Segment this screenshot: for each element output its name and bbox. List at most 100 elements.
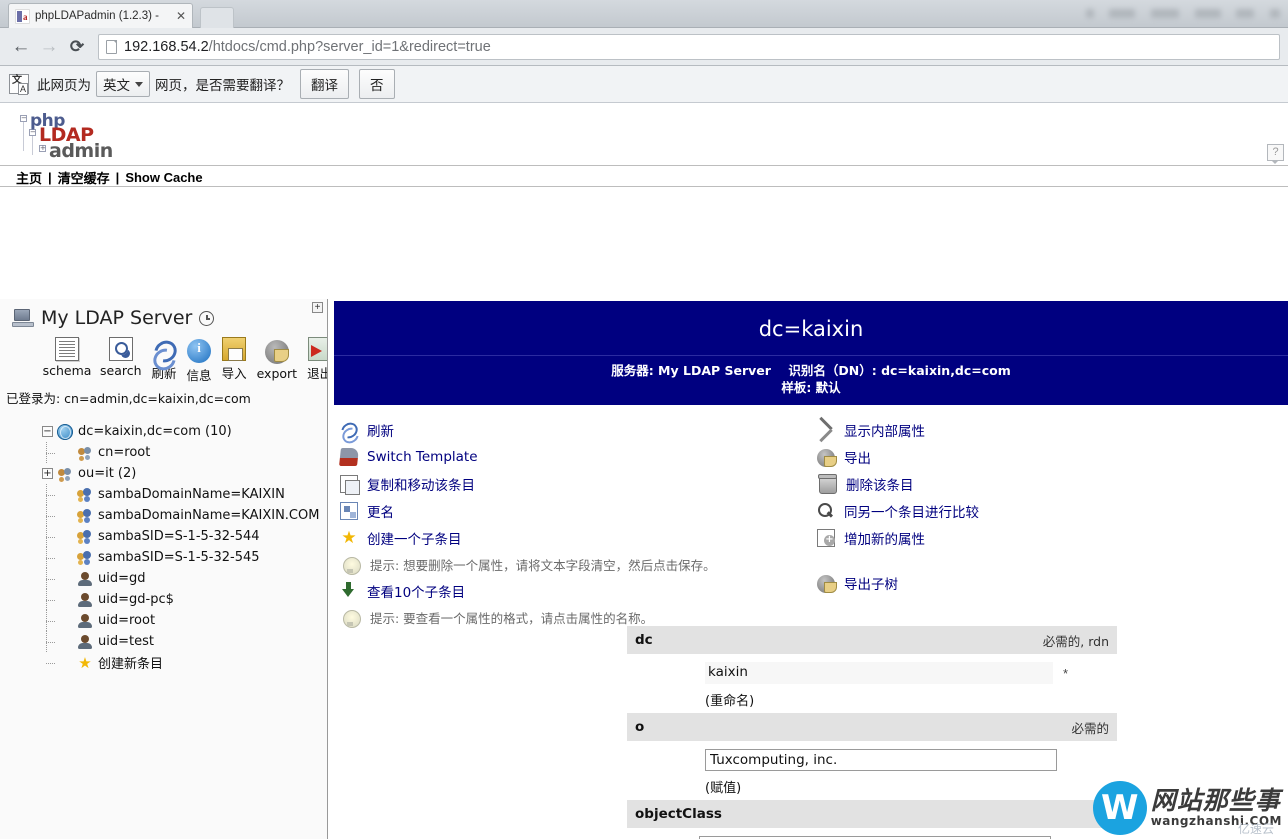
entry-actions: 刷新 Switch Template 复制和移动该条目 更名 ★ 创建一个子条目: [334, 405, 1288, 631]
o-value-input[interactable]: [705, 749, 1057, 771]
action-refresh[interactable]: 刷新: [340, 417, 811, 444]
action-label[interactable]: 删除该条目: [846, 474, 914, 494]
url-host: 192.168.54.2: [124, 38, 209, 55]
samba-icon: [77, 508, 93, 524]
action-export[interactable]: 导出: [817, 444, 1288, 471]
action-add-attribute[interactable]: 增加新的属性: [817, 525, 1288, 552]
tree-node-label: cn=root: [98, 445, 151, 460]
expand-icon[interactable]: +: [42, 468, 53, 479]
tree-node[interactable]: uid=gd: [42, 568, 327, 589]
tool-refresh[interactable]: 刷新: [152, 337, 177, 384]
tool-logout[interactable]: 退出: [307, 337, 327, 384]
tool-search[interactable]: search: [100, 337, 142, 384]
tree-node[interactable]: uid=gd-pc$: [42, 589, 327, 610]
sidebar-expand-button[interactable]: +: [312, 302, 323, 313]
action-label[interactable]: 显示内部属性: [844, 420, 925, 440]
browser-tab[interactable]: phpLDAPadmin (1.2.3) - ✕: [8, 3, 193, 28]
tree-node[interactable]: sambaSID=S-1-5-32-544: [42, 526, 327, 547]
switch-template-icon: [339, 448, 359, 467]
action-view-children[interactable]: 查看10个子条目: [340, 578, 811, 605]
action-rename[interactable]: 更名: [340, 498, 811, 525]
tree-node[interactable]: sambaDomainName=KAIXIN: [42, 484, 327, 505]
window-controls[interactable]: [1078, 0, 1288, 27]
tree-node[interactable]: sambaDomainName=KAIXIN.COM: [42, 505, 327, 526]
close-icon[interactable]: ✕: [176, 10, 186, 22]
tool-export[interactable]: export: [256, 337, 298, 384]
entry-title: dc=kaixin: [334, 301, 1288, 356]
action-show-internal-attributes[interactable]: 显示内部属性: [817, 417, 1288, 444]
server-icon: [12, 309, 34, 327]
template-label: 样板:: [781, 379, 812, 395]
action-label[interactable]: 导出: [844, 447, 871, 467]
tool-label: 信息: [186, 368, 212, 383]
action-export-subtree[interactable]: 导出子树: [817, 570, 1288, 597]
translate-button[interactable]: 翻译: [300, 69, 349, 99]
tree-node[interactable]: uid=root: [42, 610, 327, 631]
sidebar-tree-panel: + My LDAP Server schema search 刷新 i 信息 导…: [0, 299, 328, 839]
lightbulb-icon: [343, 609, 361, 628]
tree-node[interactable]: uid=test: [42, 631, 327, 652]
tool-schema[interactable]: schema: [42, 337, 92, 384]
tree-node[interactable]: sambaSID=S-1-5-32-545: [42, 547, 327, 568]
nav-show-cache-link[interactable]: Show Cache: [125, 170, 202, 185]
page-body: − − + php LDAP admin ? 主页 | 清空缓存 | Show …: [0, 103, 1288, 839]
clock-icon[interactable]: [199, 310, 215, 326]
tool-import[interactable]: 导入: [222, 337, 247, 384]
action-label[interactable]: 更名: [367, 501, 394, 521]
o-sub-note[interactable]: (赋值): [705, 774, 1117, 796]
forward-icon[interactable]: →: [36, 34, 62, 60]
new-tab-button[interactable]: [200, 7, 234, 28]
action-label[interactable]: 刷新: [367, 420, 394, 440]
action-label[interactable]: Switch Template: [367, 449, 478, 465]
phpldapadmin-favicon: [15, 8, 30, 24]
trash-icon: [818, 474, 837, 495]
attribute-header-objectclass[interactable]: objectClass: [627, 800, 1117, 828]
refresh-icon: [340, 421, 358, 439]
reload-icon[interactable]: ⟳: [64, 34, 90, 60]
copy-icon: [340, 475, 360, 496]
required-asterisk: *: [1063, 665, 1069, 681]
action-copy-move-entry[interactable]: 复制和移动该条目: [340, 471, 811, 498]
url-input[interactable]: 192.168.54.2/htdocs/cmd.php?server_id=1&…: [98, 33, 1280, 60]
tool-label: export: [256, 366, 298, 381]
action-compare-entry[interactable]: 同另一个条目进行比较: [817, 498, 1288, 525]
action-delete-entry[interactable]: 删除该条目: [817, 471, 1288, 498]
tree-node-create-entry[interactable]: ★ 创建新条目: [42, 652, 327, 673]
language-select[interactable]: 英文: [96, 71, 150, 97]
action-label[interactable]: 同另一个条目进行比较: [844, 501, 979, 521]
actions-right-column: 显示内部属性 导出 删除该条目 同另一个条目进行比较 增加新的属性: [811, 417, 1288, 631]
back-icon[interactable]: ←: [8, 34, 34, 60]
collapse-icon[interactable]: −: [42, 426, 53, 437]
actions-spacer: [817, 552, 1288, 570]
action-create-child-entry[interactable]: ★ 创建一个子条目: [340, 525, 811, 552]
language-value: 英文: [103, 78, 130, 93]
tool-label: schema: [42, 363, 92, 378]
translate-decline-button[interactable]: 否: [359, 69, 395, 99]
translate-icon: 文A: [9, 74, 29, 95]
attribute-header-o[interactable]: o 必需的: [627, 713, 1117, 741]
action-label[interactable]: 复制和移动该条目: [367, 474, 475, 494]
action-switch-template[interactable]: Switch Template: [339, 444, 811, 471]
dc-value-field[interactable]: kaixin: [705, 662, 1053, 684]
server-label: 服务器:: [611, 363, 654, 378]
action-label[interactable]: 查看10个子条目: [367, 581, 465, 601]
tool-info[interactable]: 信息: [187, 337, 212, 384]
browser-chrome: phpLDAPadmin (1.2.3) - ✕ ← → ⟳ 192.168.5…: [0, 0, 1288, 103]
tool-label: 导入: [221, 366, 247, 381]
attribute-header-dc[interactable]: dc 必需的, rdn: [627, 626, 1117, 654]
action-label[interactable]: 增加新的属性: [844, 528, 925, 548]
action-label[interactable]: 创建一个子条目: [367, 528, 462, 548]
schema-icon: [55, 337, 79, 361]
entry-banner: dc=kaixin 服务器: My LDAP Server 识别名（DN）: d…: [334, 301, 1288, 405]
action-label[interactable]: 导出子树: [844, 573, 898, 593]
tree-node-root[interactable]: − dc=kaixin,dc=com (10): [42, 421, 327, 442]
dc-sub-note[interactable]: (重命名): [705, 687, 1117, 709]
tree-node[interactable]: + ou=it (2): [42, 463, 327, 484]
logged-in-as: 已登录为: cn=admin,dc=kaixin,dc=com: [6, 391, 251, 406]
tree-node[interactable]: cn=root: [42, 442, 327, 463]
nav-home-link[interactable]: 主页: [16, 168, 42, 187]
help-icon[interactable]: ?: [1267, 144, 1284, 164]
nav-clear-cache-link[interactable]: 清空缓存: [58, 168, 110, 187]
hint-text: 提示: 想要删除一个属性，请将文本字段清空，然后点击保存。: [370, 558, 716, 574]
